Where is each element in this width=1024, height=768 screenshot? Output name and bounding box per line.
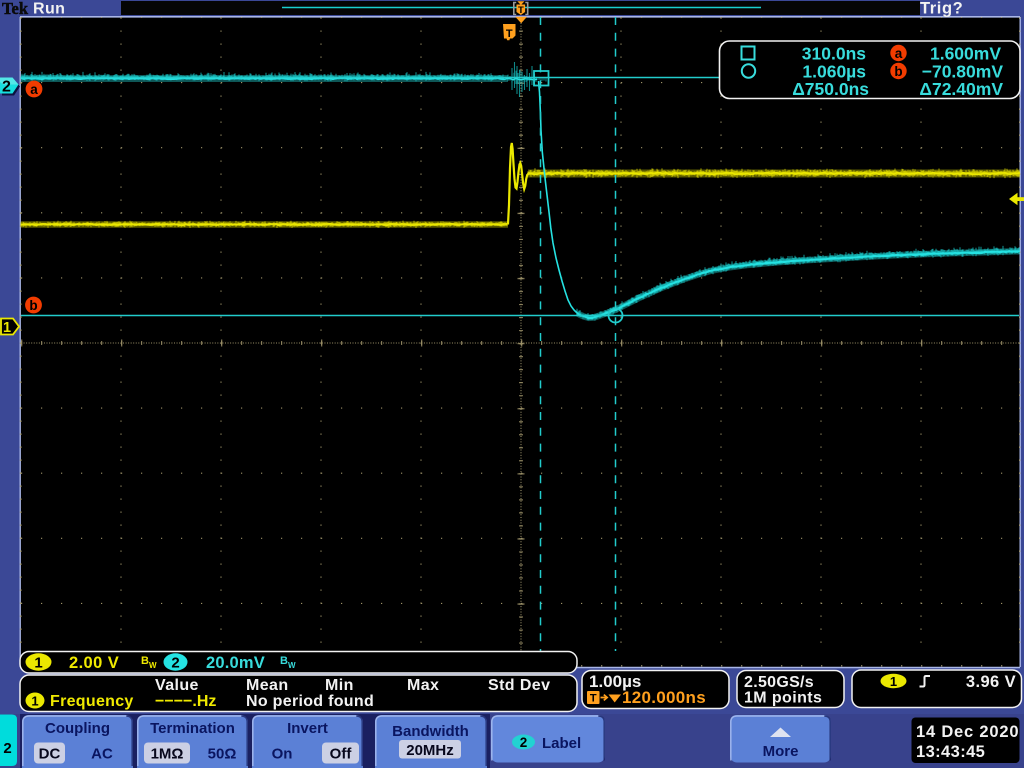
svg-text:2.00 V: 2.00 V (69, 654, 119, 672)
svg-text:Coupling: Coupling (45, 720, 110, 737)
svg-text:1M points: 1M points (744, 690, 822, 707)
svg-text:Max: Max (407, 677, 439, 694)
svg-text:Std Dev: Std Dev (488, 677, 550, 694)
svg-text:a: a (895, 46, 903, 61)
svg-text:Δ72.40mV: Δ72.40mV (919, 79, 1003, 99)
svg-text:Frequency: Frequency (50, 693, 134, 710)
svg-text:Termination: Termination (150, 720, 235, 737)
svg-text:DC: DC (39, 746, 61, 763)
svg-text:B: B (280, 655, 288, 667)
svg-text:Min: Min (325, 677, 354, 694)
svg-text:14 Dec 2020: 14 Dec 2020 (916, 723, 1019, 741)
svg-text:Bandwidth: Bandwidth (392, 723, 469, 740)
svg-text:a: a (30, 82, 38, 97)
svg-text:310.0ns: 310.0ns (802, 44, 866, 64)
svg-text:−−−−.Hz: −−−−.Hz (155, 693, 216, 710)
svg-text:Mean: Mean (246, 677, 289, 694)
svg-text:W: W (288, 661, 296, 670)
svg-text:Invert: Invert (287, 720, 328, 737)
svg-text:2: 2 (171, 655, 179, 672)
svg-text:Off: Off (330, 746, 353, 763)
svg-text:120.000ns: 120.000ns (622, 688, 706, 707)
svg-text:2: 2 (3, 740, 11, 757)
svg-text:Run: Run (33, 0, 65, 17)
svg-text:1: 1 (34, 655, 42, 672)
svg-text:No period found: No period found (246, 693, 374, 710)
svg-text:3.96 V: 3.96 V (966, 673, 1016, 691)
svg-text:Value: Value (155, 677, 199, 694)
svg-text:1: 1 (890, 674, 897, 689)
svg-text:50Ω: 50Ω (208, 746, 237, 763)
svg-text:On: On (272, 746, 293, 763)
svg-text:1: 1 (3, 320, 11, 336)
svg-text:T: T (590, 693, 597, 705)
svg-text:W: W (149, 661, 157, 670)
svg-text:Label: Label (542, 735, 581, 752)
svg-text:1: 1 (31, 694, 38, 709)
svg-text:20.0mV: 20.0mV (206, 654, 265, 672)
svg-text:2: 2 (520, 735, 528, 750)
svg-text:Tek: Tek (2, 0, 29, 18)
svg-text:b: b (894, 64, 902, 79)
svg-text:Δ750.0ns: Δ750.0ns (792, 79, 869, 99)
svg-text:b: b (29, 298, 37, 313)
svg-text:1MΩ: 1MΩ (151, 746, 184, 763)
svg-text:13:43:45: 13:43:45 (916, 743, 985, 761)
svg-text:20MHz: 20MHz (406, 742, 454, 759)
svg-text:B: B (141, 655, 149, 667)
svg-text:Trig?: Trig? (920, 0, 963, 17)
svg-text:T: T (506, 28, 513, 40)
svg-text:AC: AC (91, 746, 113, 763)
svg-text:T: T (518, 5, 524, 16)
svg-text:2.50GS/s: 2.50GS/s (744, 674, 814, 691)
svg-text:1.600mV: 1.600mV (930, 44, 1001, 64)
svg-text:2: 2 (2, 79, 11, 96)
svg-text:More: More (763, 743, 799, 760)
